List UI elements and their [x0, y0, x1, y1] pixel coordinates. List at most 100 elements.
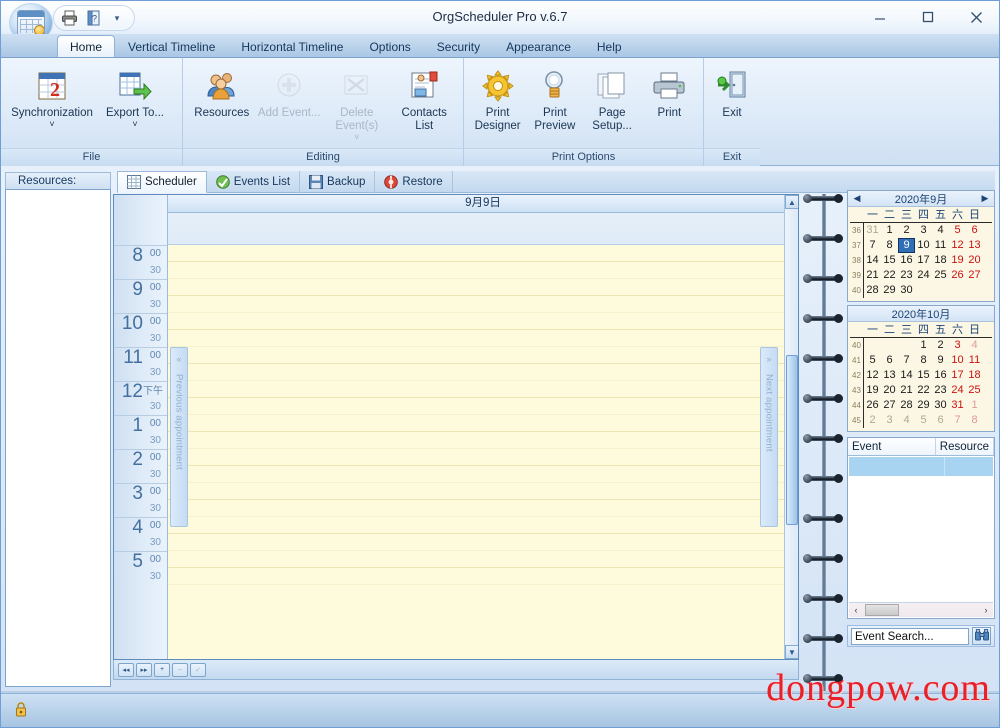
grid-row[interactable]: [168, 415, 784, 432]
ribbon-tab-security[interactable]: Security: [424, 35, 493, 57]
september-day[interactable]: 29: [881, 283, 898, 298]
grid-row[interactable]: [168, 296, 784, 313]
scroll-up-button[interactable]: ▲: [785, 195, 798, 209]
grid-row[interactable]: [168, 500, 784, 517]
scrollbar-thumb[interactable]: [786, 355, 798, 525]
tab-scheduler[interactable]: Scheduler: [117, 170, 207, 193]
october-day[interactable]: 23: [932, 383, 949, 398]
september-day[interactable]: 30: [898, 283, 915, 298]
tab-restore[interactable]: Restore: [375, 170, 453, 193]
time-slot[interactable]: 11 00 30: [114, 347, 167, 381]
september-day[interactable]: 18: [932, 253, 949, 268]
page-setup-button[interactable]: Page Setup...: [585, 62, 640, 144]
grid-row[interactable]: [168, 568, 784, 585]
september-day[interactable]: 6: [966, 223, 983, 238]
september-day[interactable]: 11: [932, 238, 949, 253]
october-day[interactable]: 11: [966, 353, 983, 368]
september-week-number[interactable]: 36: [850, 223, 864, 238]
september-day[interactable]: 10: [915, 238, 932, 253]
event-search-input[interactable]: Event Search...: [851, 627, 969, 645]
october-day[interactable]: 6: [932, 413, 949, 428]
october-day[interactable]: 3: [949, 338, 966, 353]
tab-backup[interactable]: Backup: [300, 170, 376, 193]
september-day[interactable]: 13: [966, 238, 983, 253]
event-resource-grid[interactable]: Event Resource ‹ ›: [847, 437, 995, 619]
all-day-area[interactable]: [168, 213, 798, 245]
october-calendar-title[interactable]: 2020年10月: [863, 306, 979, 322]
september-day[interactable]: 2: [898, 223, 915, 238]
october-day[interactable]: 21: [898, 383, 915, 398]
grid-row[interactable]: [168, 398, 784, 415]
october-day[interactable]: 20: [881, 383, 898, 398]
october-day[interactable]: 14: [898, 368, 915, 383]
hscrollbar-thumb[interactable]: [865, 604, 899, 616]
september-day[interactable]: 26: [949, 268, 966, 283]
september-day[interactable]: 14: [864, 253, 881, 268]
october-day[interactable]: 5: [915, 413, 932, 428]
exit-button[interactable]: Exit: [710, 62, 754, 144]
grid-row[interactable]: [168, 279, 784, 296]
grid-row[interactable]: [168, 313, 784, 330]
time-slot[interactable]: 5 00 30: [114, 551, 167, 585]
event-search-button[interactable]: [972, 627, 991, 645]
print-button[interactable]: Print: [642, 62, 697, 144]
chevron-down-icon[interactable]: ˅: [132, 120, 137, 129]
scroll-left-button[interactable]: ‹: [849, 605, 863, 615]
october-day[interactable]: 16: [932, 368, 949, 383]
september-week-number[interactable]: 37: [850, 238, 864, 253]
october-day[interactable]: 8: [966, 413, 983, 428]
october-day[interactable]: 7: [949, 413, 966, 428]
september-day[interactable]: 16: [898, 253, 915, 268]
scheduler-day-header[interactable]: 9月9日: [168, 195, 798, 213]
october-day[interactable]: 3: [881, 413, 898, 428]
october-day[interactable]: 1: [966, 398, 983, 413]
grid-row[interactable]: [168, 347, 784, 364]
grid-row[interactable]: [168, 364, 784, 381]
september-week-number[interactable]: 38: [850, 253, 864, 268]
synchronization-button[interactable]: 2 Synchronization ˅: [7, 62, 97, 144]
grid-row[interactable]: [168, 551, 784, 568]
october-day[interactable]: 18: [966, 368, 983, 383]
ribbon-tab-options[interactable]: Options: [356, 35, 423, 57]
resources-list[interactable]: [5, 189, 111, 687]
october-week-number[interactable]: 44: [850, 398, 864, 413]
grid-row[interactable]: [168, 262, 784, 279]
scheduler-vertical-scrollbar[interactable]: ▲ ▼: [784, 195, 798, 659]
october-day[interactable]: 2: [932, 338, 949, 353]
column-header-event[interactable]: Event: [848, 438, 936, 455]
september-day[interactable]: 27: [966, 268, 983, 283]
ribbon-tab-home[interactable]: Home: [57, 35, 116, 57]
october-week-number[interactable]: 40: [850, 338, 864, 353]
october-week-number[interactable]: 42: [850, 368, 864, 383]
add-day-button[interactable]: +: [154, 662, 170, 677]
last-day-button[interactable]: ▸▸: [136, 662, 152, 677]
ribbon-tab-vertical-timeline[interactable]: Vertical Timeline: [115, 35, 228, 57]
grid-row[interactable]: [168, 466, 784, 483]
time-slot[interactable]: 9 00 30: [114, 279, 167, 313]
first-day-button[interactable]: ◂◂: [118, 662, 134, 677]
maximize-button[interactable]: [911, 5, 945, 29]
september-day[interactable]: 8: [881, 238, 898, 253]
scroll-right-button[interactable]: ›: [979, 605, 993, 615]
ribbon-tab-horizontal-timeline[interactable]: Horizontal Timeline: [228, 35, 356, 57]
appointment-grid[interactable]: [168, 245, 784, 659]
september-week-number[interactable]: 40: [850, 283, 864, 298]
close-button[interactable]: [959, 5, 993, 29]
scroll-down-button[interactable]: ▼: [785, 645, 798, 659]
column-header-resource[interactable]: Resource: [936, 438, 994, 455]
time-slot[interactable]: 4 00 30: [114, 517, 167, 551]
september-day[interactable]: 3: [915, 223, 932, 238]
grid-row[interactable]: [168, 330, 784, 347]
september-day[interactable]: 1: [881, 223, 898, 238]
october-day[interactable]: 13: [881, 368, 898, 383]
september-week-number[interactable]: 39: [850, 268, 864, 283]
october-day[interactable]: 1: [915, 338, 932, 353]
september-day[interactable]: 15: [881, 253, 898, 268]
october-day[interactable]: 30: [932, 398, 949, 413]
prev-month-button[interactable]: ◀: [851, 193, 863, 204]
september-day[interactable]: 4: [932, 223, 949, 238]
next-appointment-tab[interactable]: » Next appointment: [760, 347, 778, 527]
september-day[interactable]: 20: [966, 253, 983, 268]
october-day[interactable]: 17: [949, 368, 966, 383]
october-day[interactable]: 8: [915, 353, 932, 368]
